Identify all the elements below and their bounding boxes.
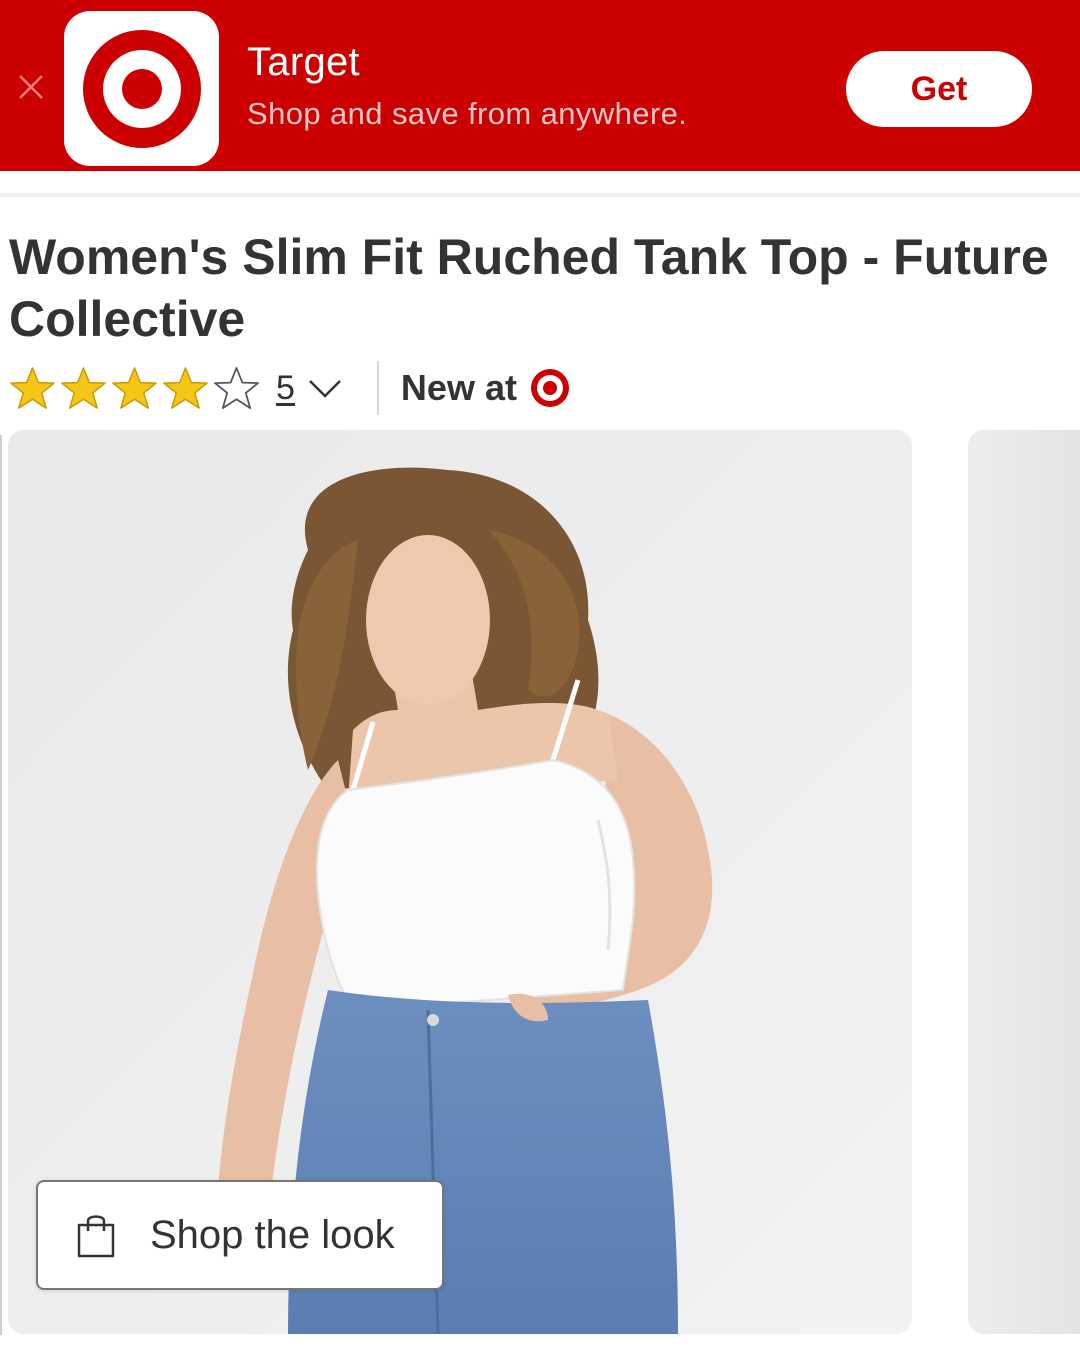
star-filled-icon	[112, 366, 157, 409]
app-tagline: Shop and save from anywhere.	[247, 96, 688, 131]
rating-row: 5 New at	[9, 361, 709, 415]
smart-app-banner: Target Shop and save from anywhere. Get	[0, 0, 1080, 171]
review-count-link[interactable]: 5	[276, 369, 295, 408]
previous-image-edge	[0, 435, 2, 1335]
product-image[interactable]: Shop the look	[8, 430, 912, 1334]
close-icon[interactable]	[14, 70, 48, 104]
star-filled-icon	[163, 366, 208, 409]
get-app-button[interactable]: Get	[846, 51, 1032, 127]
header-divider	[0, 193, 1080, 197]
star-rating[interactable]	[9, 365, 260, 412]
star-filled-icon	[61, 366, 106, 409]
shop-the-look-button[interactable]: Shop the look	[36, 1180, 444, 1290]
chevron-down-icon[interactable]	[307, 376, 343, 400]
target-bullseye-logo	[82, 29, 201, 148]
star-empty-icon	[214, 366, 259, 409]
star-filled-icon	[10, 366, 55, 409]
target-app-icon	[64, 11, 219, 166]
new-at-label: New at	[400, 367, 517, 408]
rating-divider	[376, 361, 379, 415]
app-name: Target	[247, 40, 360, 84]
shopping-bag-icon	[77, 1215, 115, 1258]
product-title: Women's Slim Fit Ruched Tank Top - Futur…	[9, 229, 1049, 347]
next-product-image[interactable]	[968, 430, 1080, 1334]
target-logo-icon	[530, 369, 569, 407]
shop-the-look-label: Shop the look	[150, 1212, 395, 1257]
